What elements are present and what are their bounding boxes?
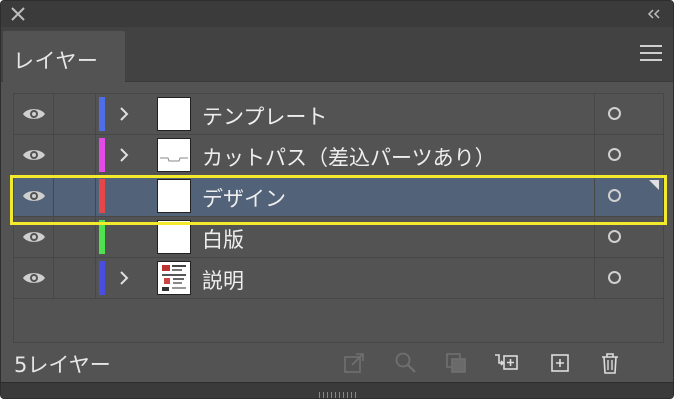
collapse-icon[interactable] [645, 6, 663, 22]
target-circle-icon[interactable] [608, 148, 621, 161]
layer-name[interactable]: 白版 [202, 224, 244, 254]
layer-thumbnail [157, 138, 191, 172]
export-icon[interactable] [341, 350, 367, 376]
tab-bar: レイヤー [1, 27, 673, 82]
resize-bar[interactable] [1, 382, 673, 398]
target-cell[interactable] [594, 94, 663, 134]
panel-menu-icon[interactable] [640, 45, 662, 63]
layer-row[interactable]: テンプレート [14, 94, 663, 135]
expand-chevron-icon[interactable] [118, 106, 130, 122]
layer-color-swatch [99, 97, 105, 131]
layer-row[interactable]: 説明 [14, 258, 663, 299]
resize-grip[interactable] [319, 387, 359, 398]
tab-label: レイヤー [13, 49, 99, 73]
layer-thumbnail [157, 97, 191, 131]
visibility-eye-icon[interactable] [14, 258, 54, 298]
layer-thumbnail [157, 261, 191, 295]
trash-icon[interactable] [597, 350, 623, 376]
create-sublayer-icon[interactable] [493, 350, 519, 376]
layer-name[interactable]: カットパス（差込パーツあり） [202, 142, 496, 172]
lock-toggle[interactable] [54, 94, 96, 134]
target-circle-icon[interactable] [608, 230, 621, 243]
layer-name[interactable]: 説明 [202, 265, 244, 295]
layer-count: 5レイヤー [14, 353, 111, 377]
close-icon[interactable] [8, 4, 28, 24]
layer-color-swatch [99, 261, 105, 295]
selection-highlight [10, 175, 667, 225]
layer-thumbnail [157, 220, 191, 254]
layers-panel: レイヤー テンプレート カットパス（差込パーツあり） デザイン 白版 説明 5レイヤー [0, 0, 674, 399]
target-cell[interactable] [594, 258, 663, 298]
panel-titlebar [1, 1, 673, 27]
lock-toggle[interactable] [54, 258, 96, 298]
visibility-eye-icon[interactable] [14, 135, 54, 175]
layer-row[interactable]: カットパス（差込パーツあり） [14, 135, 663, 176]
target-cell[interactable] [594, 135, 663, 175]
lock-toggle[interactable] [54, 135, 96, 175]
layer-name[interactable]: テンプレート [202, 101, 327, 131]
target-circle-icon[interactable] [608, 107, 621, 120]
clipping-mask-icon[interactable] [443, 350, 469, 376]
target-circle-icon[interactable] [608, 271, 621, 284]
layer-color-swatch [99, 138, 105, 172]
tab-layers[interactable]: レイヤー [3, 31, 125, 82]
new-layer-icon[interactable] [547, 350, 573, 376]
expand-chevron-icon[interactable] [118, 147, 130, 163]
layer-color-swatch [99, 220, 105, 254]
visibility-eye-icon[interactable] [14, 94, 54, 134]
expand-chevron-icon[interactable] [118, 270, 130, 286]
locate-icon[interactable] [393, 350, 419, 376]
